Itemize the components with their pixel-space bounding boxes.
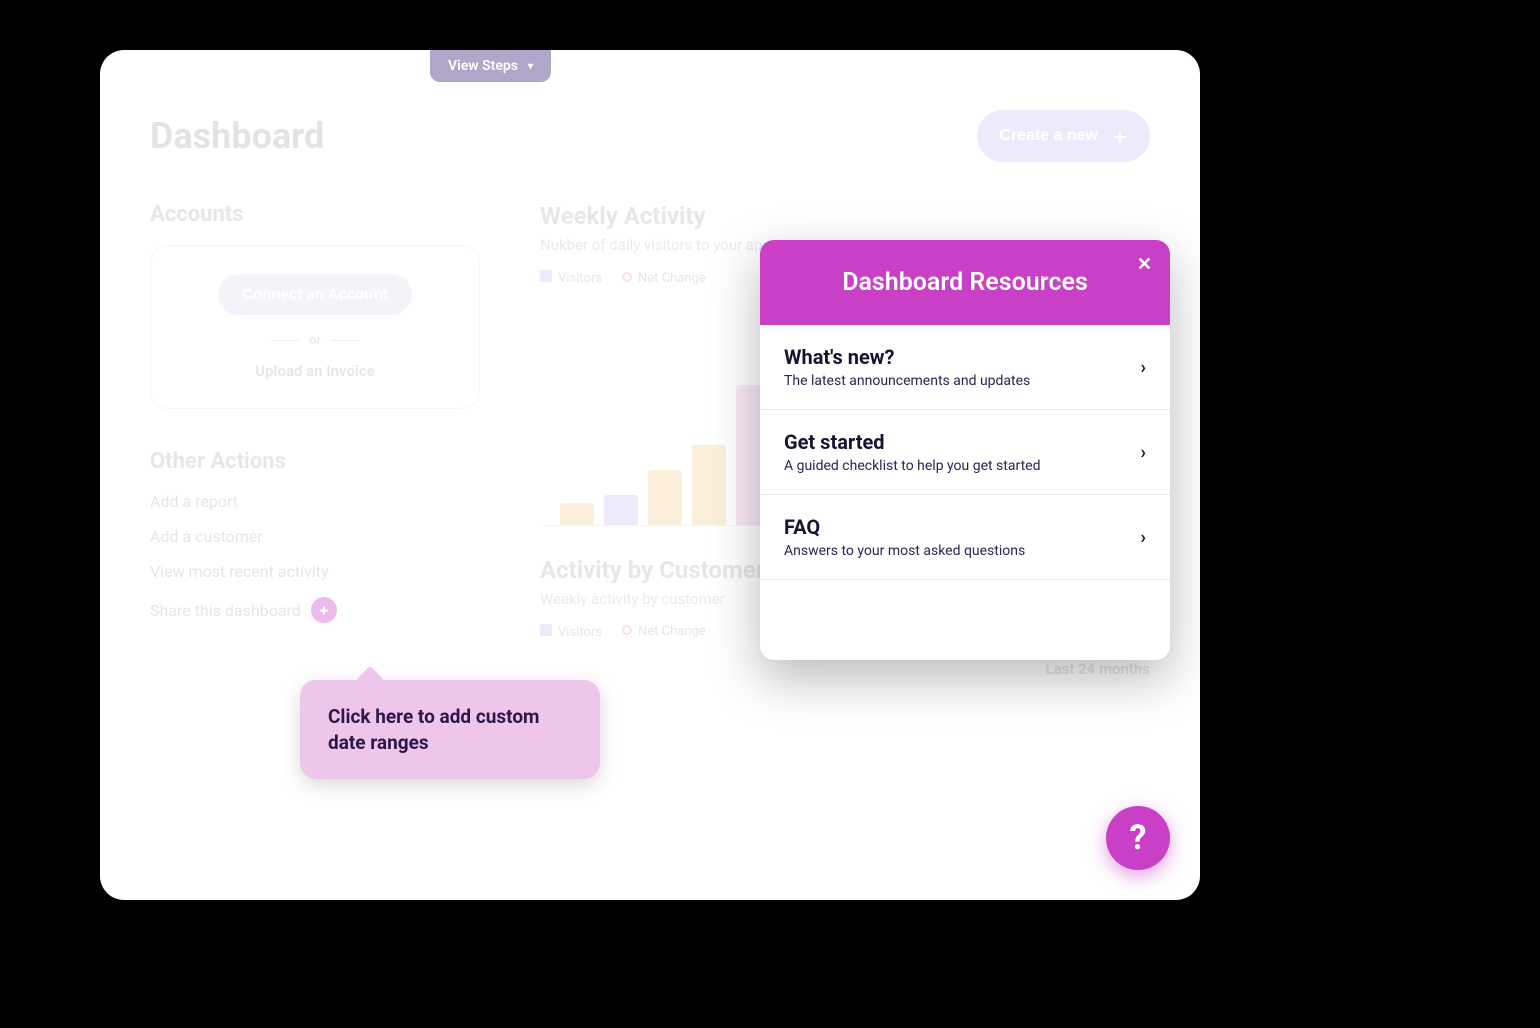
question-icon: ? <box>1130 818 1147 858</box>
create-new-button[interactable]: Create a new ＋ <box>977 110 1150 162</box>
chevron-down-icon: ▾ <box>528 61 533 72</box>
resource-item-faq[interactable]: FAQ Answers to your most asked questions… <box>760 495 1170 580</box>
visitors-swatch <box>540 624 552 636</box>
chart-bar <box>560 503 594 525</box>
action-view-recent-activity[interactable]: View most recent activity <box>150 562 480 581</box>
chevron-right-icon: › <box>1141 527 1146 548</box>
weekly-activity-title: Weekly Activity <box>540 202 1150 230</box>
chart-bar <box>692 445 726 525</box>
accounts-heading: Accounts <box>150 202 480 227</box>
accounts-card: Connect an Account or Upload an Invoice <box>150 245 480 409</box>
close-icon[interactable]: ✕ <box>1137 254 1152 275</box>
chevron-right-icon: › <box>1141 357 1146 378</box>
create-new-label: Create a new <box>999 127 1098 145</box>
view-steps-pill[interactable]: View Steps ▾ <box>430 50 551 82</box>
resource-item-whats-new[interactable]: What's new? The latest announcements and… <box>760 325 1170 410</box>
help-fab-button[interactable]: ? <box>1106 806 1170 870</box>
net-change-swatch <box>622 272 632 282</box>
chevron-right-icon: › <box>1141 442 1146 463</box>
connect-account-button[interactable]: Connect an Account <box>218 274 411 315</box>
dashboard-window: View Steps ▾ Dashboard Create a new ＋ Ac… <box>100 50 1200 900</box>
action-add-report[interactable]: Add a report <box>150 492 480 511</box>
resources-panel-header: Dashboard Resources ✕ <box>760 240 1170 325</box>
action-share-dashboard[interactable]: Share this dashboard + <box>150 597 480 623</box>
visitors-swatch <box>540 270 552 282</box>
chart-bar <box>604 495 638 525</box>
plus-icon[interactable]: + <box>311 597 337 623</box>
page-title: Dashboard <box>150 115 324 157</box>
net-change-swatch <box>622 625 632 635</box>
or-divider: or <box>171 333 459 348</box>
date-range-tooltip: Click here to add custom date ranges <box>300 680 600 779</box>
plus-icon: ＋ <box>1112 124 1128 148</box>
chart-bar <box>648 470 682 525</box>
view-steps-label: View Steps <box>448 58 518 74</box>
resource-item-get-started[interactable]: Get started A guided checklist to help y… <box>760 410 1170 495</box>
action-add-customer[interactable]: Add a customer <box>150 527 480 546</box>
other-actions-heading: Other Actions <box>150 449 480 474</box>
date-range-label[interactable]: Last 24 months <box>540 660 1150 678</box>
upload-invoice-link[interactable]: Upload an Invoice <box>171 362 459 380</box>
dashboard-resources-panel: Dashboard Resources ✕ What's new? The la… <box>760 240 1170 660</box>
